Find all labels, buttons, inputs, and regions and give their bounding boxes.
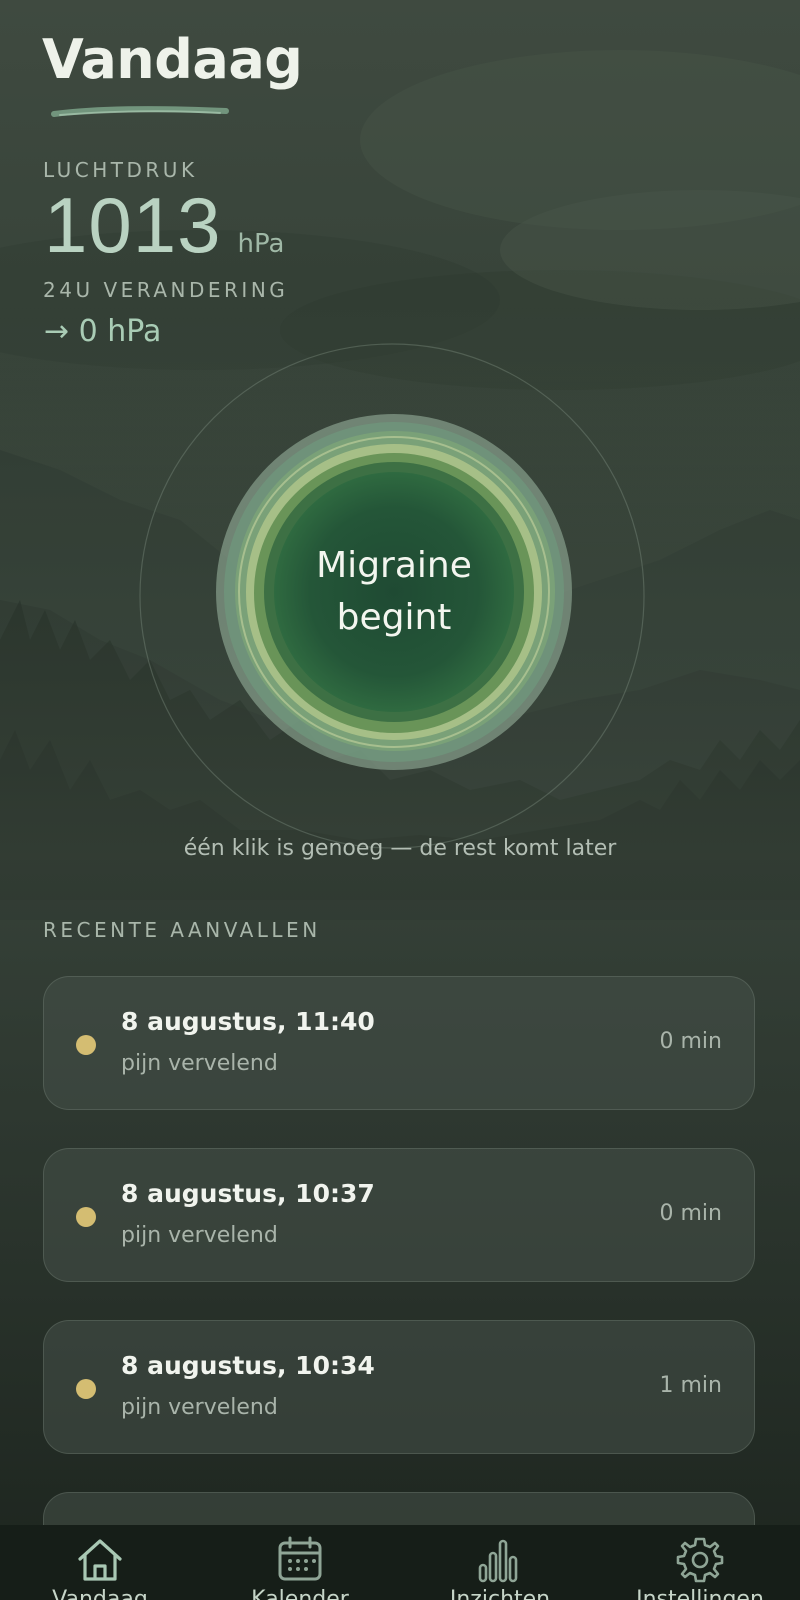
title-underline-stroke: [51, 106, 229, 117]
pressure-unit: hPa: [237, 229, 285, 259]
severity-dot-icon: [76, 1207, 96, 1227]
pressure-value: 1013: [44, 181, 222, 269]
nav-item-settings[interactable]: Instellingen: [600, 1525, 800, 1600]
gear-icon: [676, 1537, 724, 1583]
migraine-button-label: Migraine begint: [316, 545, 472, 638]
nav-label: Vandaag: [52, 1587, 148, 1600]
recent-attacks-heading: RECENTE AANVALLEN: [43, 918, 321, 942]
attack-card[interactable]: 8 augustus, 10:34 pijn vervelend 1 min: [43, 1320, 755, 1454]
calendar-icon: [278, 1536, 322, 1581]
attack-card[interactable]: 8 augustus, 10:37 pijn vervelend 0 min: [43, 1148, 755, 1282]
attack-pain: pijn vervelend: [121, 1223, 278, 1248]
bottom-navigation: Vandaag Kalender Inzichten Instellingen: [0, 1525, 800, 1600]
attack-duration: 1 min: [659, 1373, 722, 1398]
nav-label: Kalender: [251, 1587, 349, 1600]
attack-date: 8 augustus, 10:34: [121, 1351, 375, 1380]
content: Vandaag LUCHTDRUK 1013 hPa 24U VERANDERI…: [0, 0, 800, 1600]
page-title: Vandaag: [42, 28, 303, 91]
attack-card[interactable]: 8 augustus, 11:40 pijn vervelend 0 min: [43, 976, 755, 1110]
attack-duration: 0 min: [659, 1201, 722, 1226]
nav-label: Instellingen: [636, 1587, 764, 1600]
pressure-label: LUCHTDRUK: [43, 158, 198, 182]
button-hint: één klik is genoeg — de rest komt later: [183, 836, 617, 861]
attack-duration: 0 min: [659, 1029, 722, 1054]
bar-chart-icon: [478, 1539, 518, 1583]
nav-item-insights[interactable]: Inzichten: [400, 1525, 600, 1600]
attack-pain: pijn vervelend: [121, 1395, 278, 1420]
today-screen: Vandaag LUCHTDRUK 1013 hPa 24U VERANDERI…: [0, 0, 800, 1600]
migraine-start-button[interactable]: Migraine begint: [214, 412, 574, 772]
pressure-reading: 1013 hPa: [44, 180, 284, 271]
nav-item-calendar[interactable]: Kalender: [200, 1525, 400, 1600]
severity-dot-icon: [76, 1035, 96, 1055]
nav-label: Inzichten: [449, 1587, 551, 1600]
attack-date: 8 augustus, 10:37: [121, 1179, 375, 1208]
pressure-change-label: 24U VERANDERING: [43, 278, 289, 302]
attack-pain: pijn vervelend: [121, 1051, 278, 1076]
severity-dot-icon: [76, 1379, 96, 1399]
attack-date: 8 augustus, 11:40: [121, 1007, 375, 1036]
nav-item-today[interactable]: Vandaag: [0, 1525, 200, 1600]
home-icon: [78, 1539, 122, 1581]
